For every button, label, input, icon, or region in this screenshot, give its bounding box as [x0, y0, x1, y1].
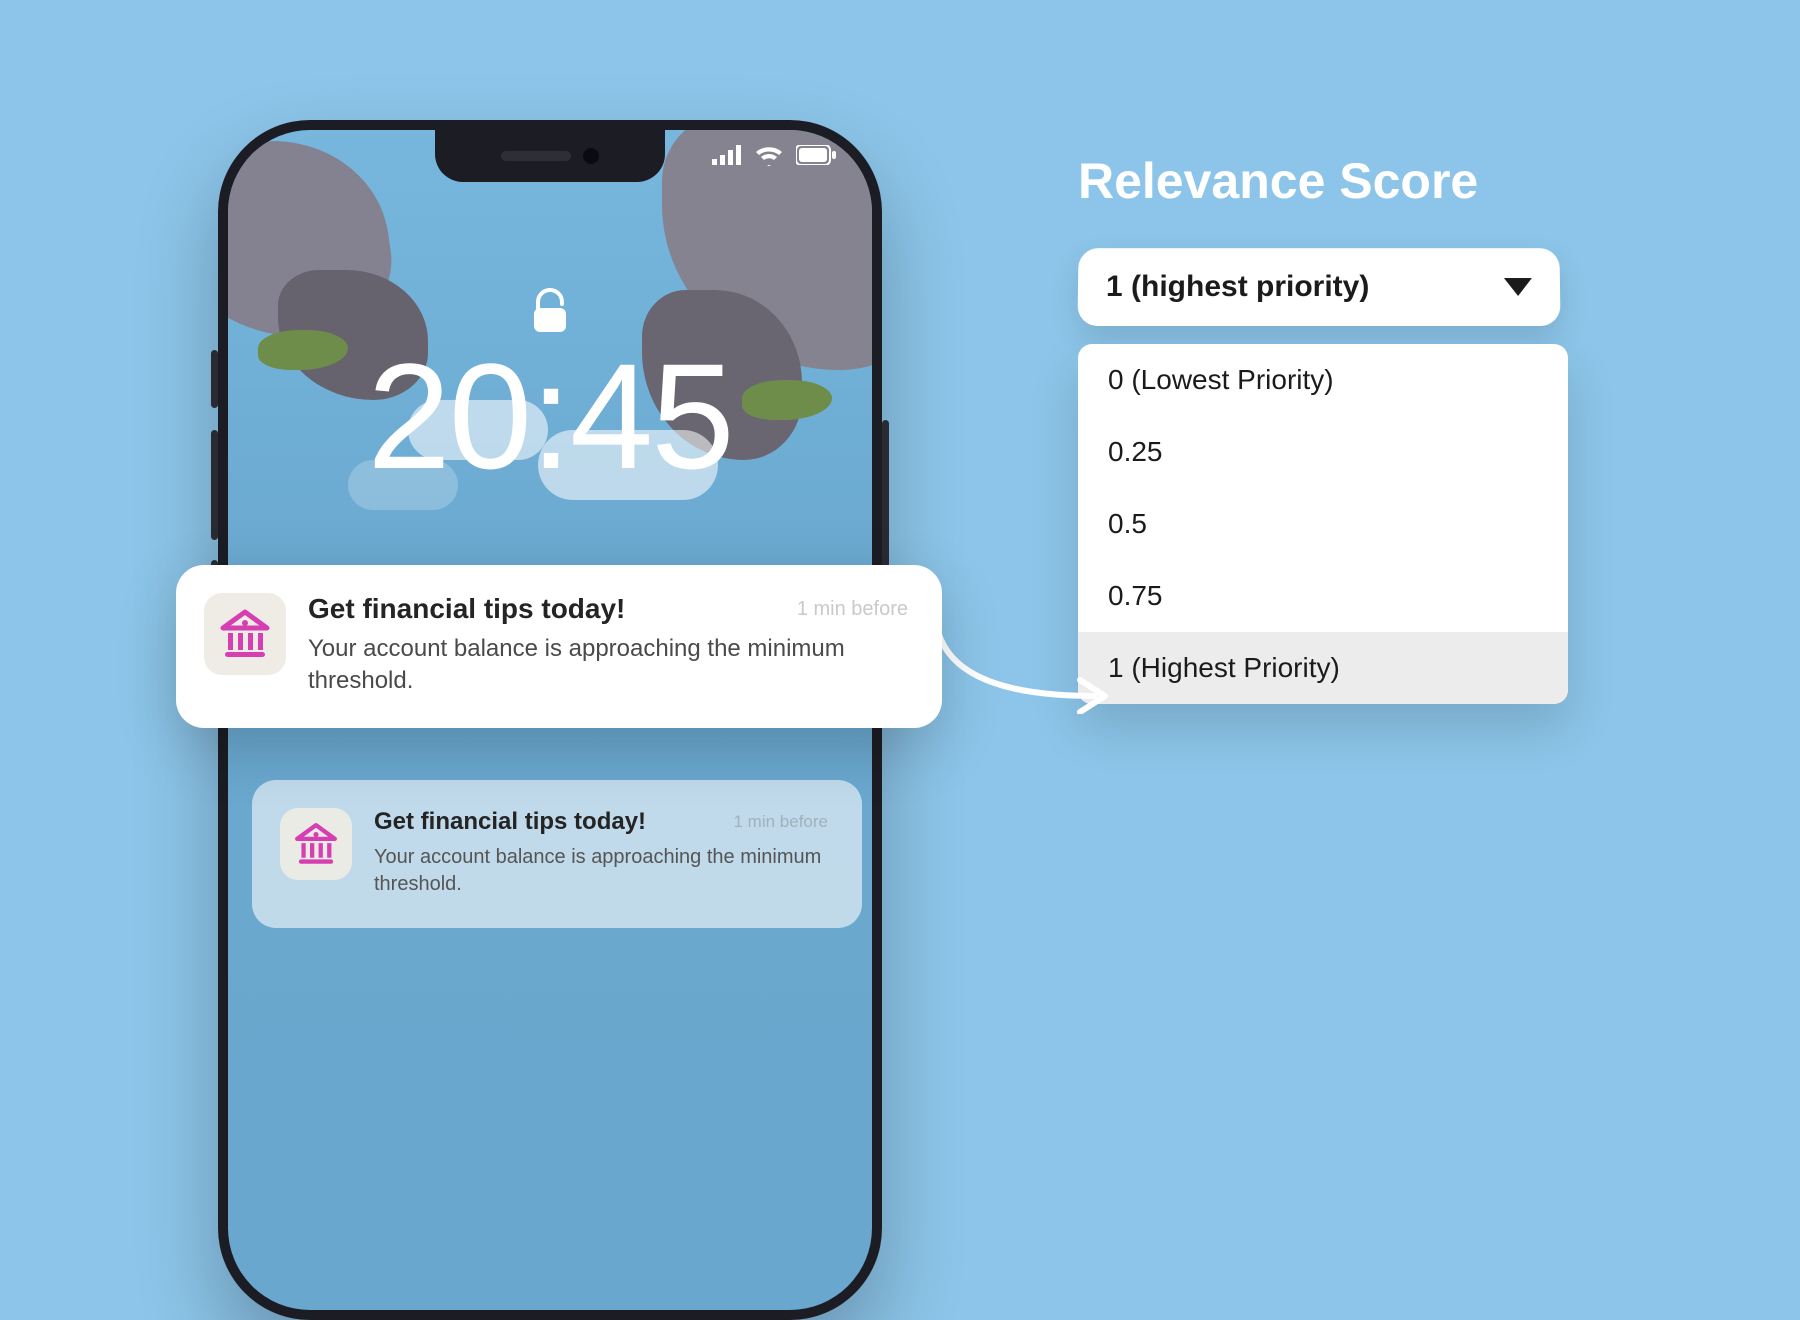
notification-timestamp: 1 min before — [734, 812, 829, 832]
notification-body: Your account balance is approaching the … — [374, 844, 828, 898]
app-icon — [204, 593, 286, 675]
notification-timestamp: 1 min before — [797, 598, 908, 621]
relevance-score-menu: 0 (Lowest Priority) 0.25 0.5 0.75 1 (Hig… — [1078, 344, 1568, 704]
notification-card-stacked[interactable]: Get financial tips today! 1 min before Y… — [252, 780, 862, 928]
app-icon — [280, 808, 352, 880]
phone-notch — [435, 130, 665, 182]
notification-title: Get financial tips today! — [374, 808, 646, 836]
dropdown-option-05[interactable]: 0.5 — [1078, 488, 1568, 560]
dropdown-option-1[interactable]: 1 (Highest Priority) — [1078, 632, 1568, 704]
phone-silence-switch — [211, 350, 218, 408]
dropdown-option-025[interactable]: 0.25 — [1078, 416, 1568, 488]
bank-icon — [292, 820, 340, 868]
notification-title: Get financial tips today! — [308, 593, 625, 625]
bank-icon — [217, 606, 273, 662]
section-title: Relevance Score — [1078, 152, 1478, 210]
dropdown-selected-label: 1 (highest priority) — [1106, 270, 1370, 304]
chevron-down-icon — [1504, 278, 1532, 296]
relevance-score-dropdown[interactable]: 1 (highest priority) — [1077, 248, 1560, 326]
lock-screen-clock: 20:45 — [228, 330, 872, 503]
battery-icon — [796, 145, 836, 165]
dropdown-option-0[interactable]: 0 (Lowest Priority) — [1078, 344, 1568, 416]
status-bar — [712, 144, 836, 166]
cellular-icon — [712, 145, 742, 165]
notification-card[interactable]: Get financial tips today! 1 min before Y… — [176, 565, 942, 728]
dropdown-option-075[interactable]: 0.75 — [1078, 560, 1568, 632]
notification-body: Your account balance is approaching the … — [308, 633, 908, 698]
phone-volume-up — [211, 430, 218, 540]
wifi-icon — [754, 144, 784, 166]
